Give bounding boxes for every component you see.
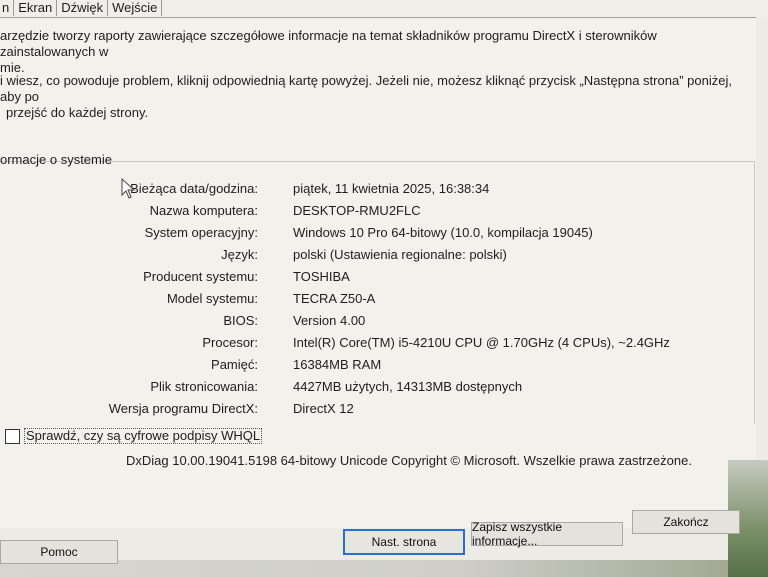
- system-info-label: Język:: [221, 247, 258, 262]
- system-info-value: TECRA Z50-A: [293, 291, 376, 306]
- system-info-row: Bieżąca data/godzina: piątek, 11 kwietnia…: [0, 180, 740, 198]
- system-info-row: Nazwa komputera: DESKTOP-RMU2FLC: [0, 202, 740, 220]
- system-info-value: polski (Ustawienia regionalne: polski): [293, 247, 507, 262]
- system-info-row: Plik stronicowania: 4427MB użytych, 14313…: [0, 378, 740, 396]
- dxdiag-window: n Ekran Dźwięk Wejście arzędzie tworzy r…: [0, 0, 768, 577]
- intro-line: arzędzie tworzy raporty zawierające szcz…: [0, 28, 657, 59]
- intro-line: przejść do każdej strony.: [6, 105, 149, 120]
- system-info-value: DirectX 12: [293, 401, 354, 416]
- system-info-label: Producent systemu:: [143, 269, 258, 284]
- mouse-cursor-icon: [121, 178, 136, 199]
- system-info-value: TOSHIBA: [293, 269, 350, 284]
- system-info-value: Windows 10 Pro 64-bitowy (10.0, kompilac…: [293, 225, 593, 240]
- system-info-row: BIOS: Version 4.00: [0, 312, 740, 330]
- tab-display[interactable]: Ekran: [14, 0, 58, 16]
- help-button[interactable]: Pomoc: [0, 540, 118, 564]
- whql-checkbox-row[interactable]: Sprawdź, czy są cyfrowe podpisy WHQL: [5, 428, 263, 444]
- system-info-row: System operacyjny: Windows 10 Pro 64-bito…: [0, 224, 740, 242]
- system-info-label: System operacyjny:: [144, 225, 258, 240]
- system-info-value: Version 4.00: [293, 313, 366, 328]
- system-info-row: Wersja programu DirectX: DirectX 12: [0, 400, 740, 418]
- exit-button[interactable]: Zakończ: [632, 510, 740, 534]
- system-info-label: Nazwa komputera:: [149, 203, 258, 218]
- whql-checkbox[interactable]: [5, 428, 20, 444]
- save-all-info-button[interactable]: Zapisz wszystkie informacje...: [471, 520, 623, 548]
- system-info-row: Procesor: Intel(R) Core(TM) i5-4210U CPU …: [0, 334, 740, 352]
- copyright-text: DxDiag 10.00.19041.5198 64-bitowy Unicod…: [126, 453, 692, 468]
- next-page-button[interactable]: Nast. strona: [343, 529, 465, 555]
- system-info-row: Producent systemu: TOSHIBA: [0, 268, 740, 286]
- system-info-value: piątek, 11 kwietnia 2025, 16:38:34: [293, 181, 490, 196]
- system-info-row: Model systemu: TECRA Z50-A: [0, 290, 740, 308]
- intro-text-1: arzędzie tworzy raporty zawierające szcz…: [0, 28, 750, 76]
- system-info-label: Wersja programu DirectX:: [108, 401, 258, 416]
- system-info-label: BIOS:: [223, 313, 258, 328]
- system-info-group-label: ormacje o systemie: [0, 152, 112, 167]
- intro-line: i wiesz, co powoduje problem, kliknij od…: [0, 73, 732, 104]
- system-info-value: 16384MB RAM: [293, 357, 382, 372]
- intro-text-2: i wiesz, co powoduje problem, kliknij od…: [0, 73, 750, 121]
- system-info-row: Pamięć: 16384MB RAM: [0, 356, 740, 374]
- tab-system[interactable]: n: [0, 0, 15, 16]
- tab-sound[interactable]: Dźwięk: [57, 0, 109, 16]
- system-info-label: Procesor:: [202, 335, 258, 350]
- system-info-label: Plik stronicowania:: [150, 379, 258, 394]
- system-info-value: Intel(R) Core(TM) i5-4210U CPU @ 1.70GHz…: [293, 335, 670, 350]
- system-info-label: Bieżąca data/godzina:: [130, 181, 258, 196]
- whql-checkbox-label[interactable]: Sprawdź, czy są cyfrowe podpisy WHQL: [24, 428, 263, 444]
- system-info-label: Pamięć:: [211, 357, 258, 372]
- system-info-value: DESKTOP-RMU2FLC: [293, 203, 421, 218]
- system-info-value: 4427MB użytych, 14313MB dostępnych: [293, 379, 523, 394]
- tab-input[interactable]: Wejście: [108, 0, 163, 16]
- tab-bar: n Ekran Dźwięk Wejście: [0, 0, 768, 17]
- system-info-row: Język: polski (Ustawienia regionalne: pol…: [0, 246, 740, 264]
- system-info-label: Model systemu:: [166, 291, 258, 306]
